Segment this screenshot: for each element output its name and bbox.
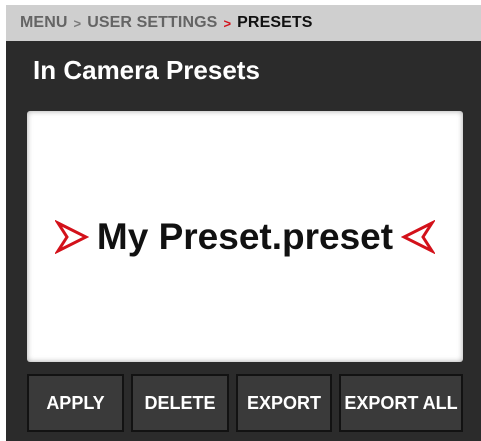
breadcrumb-separator-icon: > — [73, 15, 82, 31]
page-title: In Camera Presets — [33, 55, 260, 85]
export-button[interactable]: EXPORT — [236, 374, 332, 432]
preset-name: My Preset.preset — [96, 215, 394, 257]
preset-list[interactable]: My Preset.preset — [27, 111, 463, 362]
breadcrumb: MENU > USER SETTINGS > PRESETS — [6, 5, 481, 41]
selection-right-arrow-icon — [54, 219, 89, 254]
list-item-selected[interactable]: My Preset.preset — [27, 111, 463, 362]
breadcrumb-item-presets: PRESETS — [237, 14, 313, 31]
breadcrumb-separator-active-icon: > — [223, 15, 232, 31]
breadcrumb-item-menu[interactable]: MENU — [20, 14, 68, 32]
selection-left-arrow-icon — [401, 219, 436, 254]
delete-button[interactable]: DELETE — [131, 374, 229, 432]
export-all-button[interactable]: EXPORT ALL — [339, 374, 463, 432]
apply-button[interactable]: APPLY — [27, 374, 124, 432]
breadcrumb-item-user-settings[interactable]: USER SETTINGS — [87, 14, 217, 32]
